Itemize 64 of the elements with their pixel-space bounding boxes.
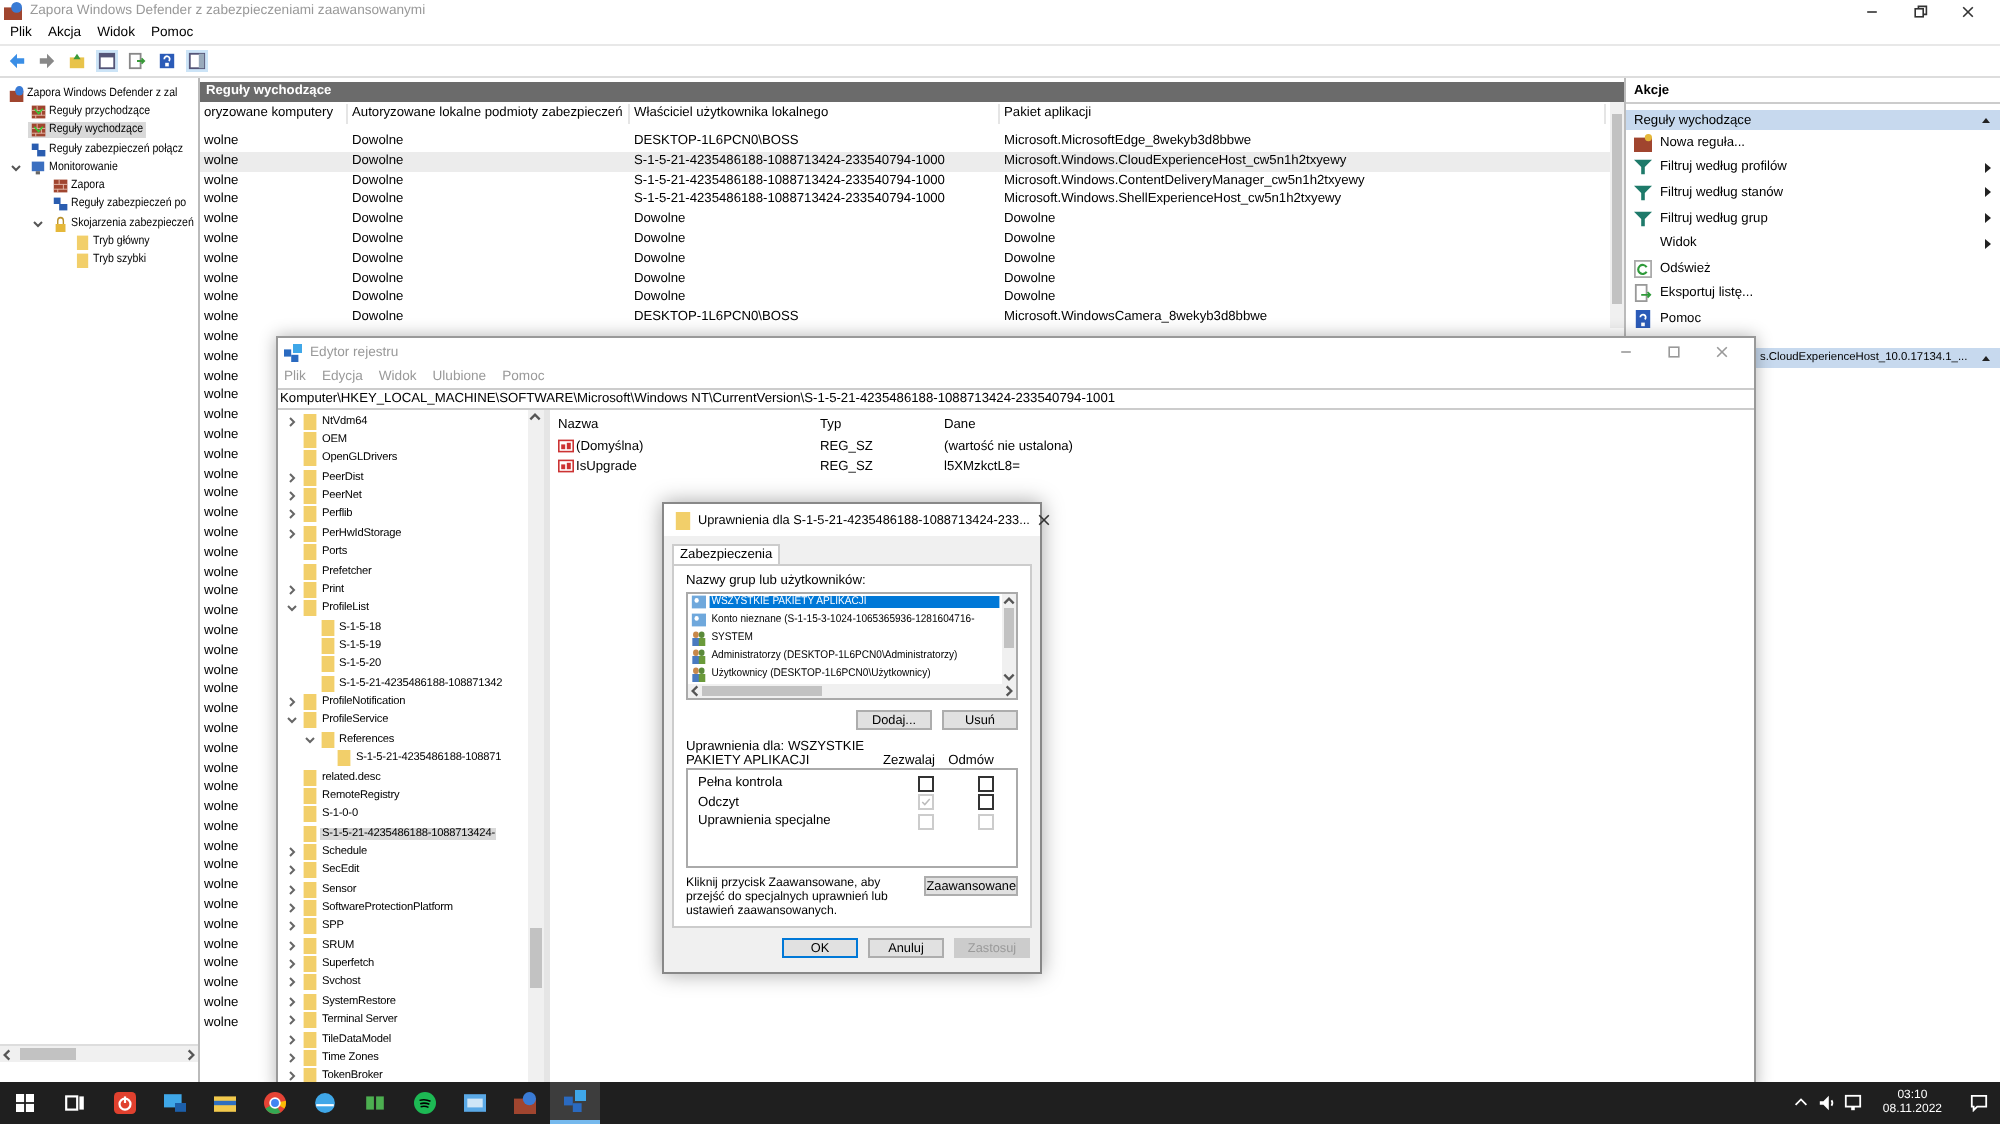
scroll-up-icon[interactable] [1002,594,1016,608]
scroll-thumb[interactable] [20,1048,76,1060]
speaker-icon[interactable] [1818,1094,1837,1112]
refresh-icon [1634,259,1652,278]
folder-icon [674,511,692,529]
close-icon[interactable] [1960,3,1976,19]
scroll-up-icon[interactable] [528,410,542,424]
export-icon[interactable] [126,50,148,72]
string-value-icon [558,458,574,474]
scrollbar[interactable] [688,684,1016,698]
registry-icon [284,343,302,361]
scroll-left-icon[interactable] [688,684,702,698]
help-icon[interactable] [156,50,178,72]
computers-icon [31,141,46,158]
browser-icon [264,1092,286,1114]
help-icon [1634,309,1652,328]
string-value-icon [558,438,574,454]
panel-icon[interactable] [96,50,118,72]
grid-icon [364,1092,386,1114]
scroll-down-icon[interactable] [1002,670,1016,684]
lock-icon [53,215,68,232]
scroll-thumb[interactable] [530,928,542,988]
folder-up-icon[interactable] [66,50,88,72]
panel-icon[interactable] [186,50,208,72]
globe-icon [314,1092,336,1114]
scroll-thumb[interactable] [1004,608,1014,648]
checkbox[interactable] [918,775,935,792]
window-icon [464,1092,486,1114]
restore-icon[interactable] [1912,3,1928,19]
export-icon [1634,284,1652,303]
start-icon[interactable] [16,1094,34,1112]
close-icon[interactable] [1035,512,1052,528]
scroll-left-icon[interactable] [0,1047,14,1061]
monitor-icon [164,1092,186,1114]
collapse-icon[interactable] [1980,351,1992,364]
computers-icon [53,196,68,213]
music-icon [414,1092,436,1114]
folder-icon [214,1092,236,1114]
notification-icon[interactable] [1970,1094,1988,1112]
checkbox[interactable] [978,775,995,792]
collapse-icon[interactable] [1980,114,1992,126]
chevron-icon[interactable] [32,217,44,230]
checkbox[interactable] [978,794,995,811]
brick-wall-icon [1634,133,1652,152]
maximize-icon[interactable] [1666,344,1682,360]
scroll-right-icon[interactable] [184,1047,198,1061]
monitor-icon [31,159,46,176]
brick-wall-icon [9,85,24,102]
scroll-right-icon[interactable] [1002,684,1016,698]
scrollbar[interactable] [1610,102,1624,328]
chevron-icon[interactable] [286,1070,298,1083]
scroll-thumb[interactable] [1612,114,1622,304]
task-view-icon [64,1092,86,1114]
chevron-icon[interactable] [10,161,22,174]
forward-arrow-icon[interactable] [36,50,58,72]
registry-icon [564,1090,586,1112]
power-icon [114,1092,136,1114]
network-icon[interactable] [1844,1094,1863,1112]
brick-wall-icon [4,2,22,20]
scrollbar[interactable] [1002,594,1016,684]
brick-wall-icon [53,178,68,195]
scroll-thumb[interactable] [702,686,822,696]
scrollbar[interactable] [0,1044,198,1062]
back-arrow-icon[interactable] [6,50,28,72]
